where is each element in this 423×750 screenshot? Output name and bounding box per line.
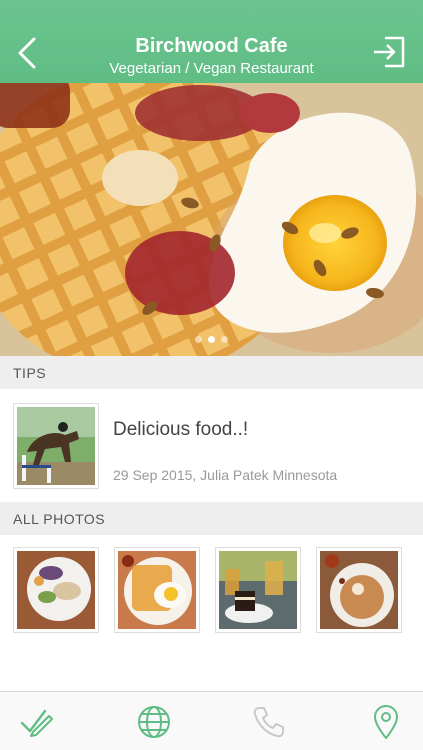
tip-text: Delicious food..! (113, 419, 249, 440)
sign-in-icon (374, 36, 405, 68)
photo-thumbnail[interactable] (316, 547, 402, 633)
check-in-icon (20, 709, 53, 737)
tab-website[interactable] (136, 704, 172, 740)
waffle-egg-photo (118, 551, 196, 629)
tab-check-in[interactable] (19, 704, 55, 740)
chevron-left-icon (18, 37, 36, 69)
sign-in-button[interactable] (371, 34, 407, 70)
cake-and-drinks-photo (219, 551, 297, 629)
carousel-dot[interactable] (195, 336, 202, 343)
plate-salad-photo (17, 551, 95, 629)
map-pin-icon (374, 705, 398, 739)
tip-item[interactable]: Delicious food..! 29 Sep 2015, Julia Pat… (0, 389, 423, 502)
photos-section-header: ALL PHOTOS (0, 502, 423, 535)
tip-meta: 29 Sep 2015, Julia Patek Minnesota (113, 467, 338, 483)
carousel-dots (0, 330, 423, 348)
nav-header: Birchwood Cafe Vegetarian / Vegan Restau… (0, 0, 423, 83)
bottom-tab-bar (0, 691, 423, 750)
tips-section-header: TIPS (0, 356, 423, 389)
horse-jumping-photo (17, 407, 95, 485)
back-button[interactable] (12, 36, 44, 70)
photo-thumbnail[interactable] (215, 547, 301, 633)
page-title: Birchwood Cafe (135, 35, 288, 57)
page-subtitle: Vegetarian / Vegan Restaurant (109, 60, 314, 77)
pancake-plate-photo (320, 551, 398, 629)
tab-map[interactable] (368, 704, 404, 740)
carousel-dot-active[interactable] (208, 336, 215, 343)
photo-thumbnail[interactable] (114, 547, 200, 633)
phone-icon (253, 707, 284, 738)
hero-photo[interactable] (0, 83, 423, 356)
photo-strip (0, 535, 423, 645)
photo-thumbnail[interactable] (13, 547, 99, 633)
waffle-with-fried-egg-photo (0, 83, 423, 356)
globe-icon (138, 706, 170, 738)
carousel-dot[interactable] (221, 336, 228, 343)
tip-thumbnail[interactable] (13, 403, 99, 489)
tab-call[interactable] (251, 704, 287, 740)
